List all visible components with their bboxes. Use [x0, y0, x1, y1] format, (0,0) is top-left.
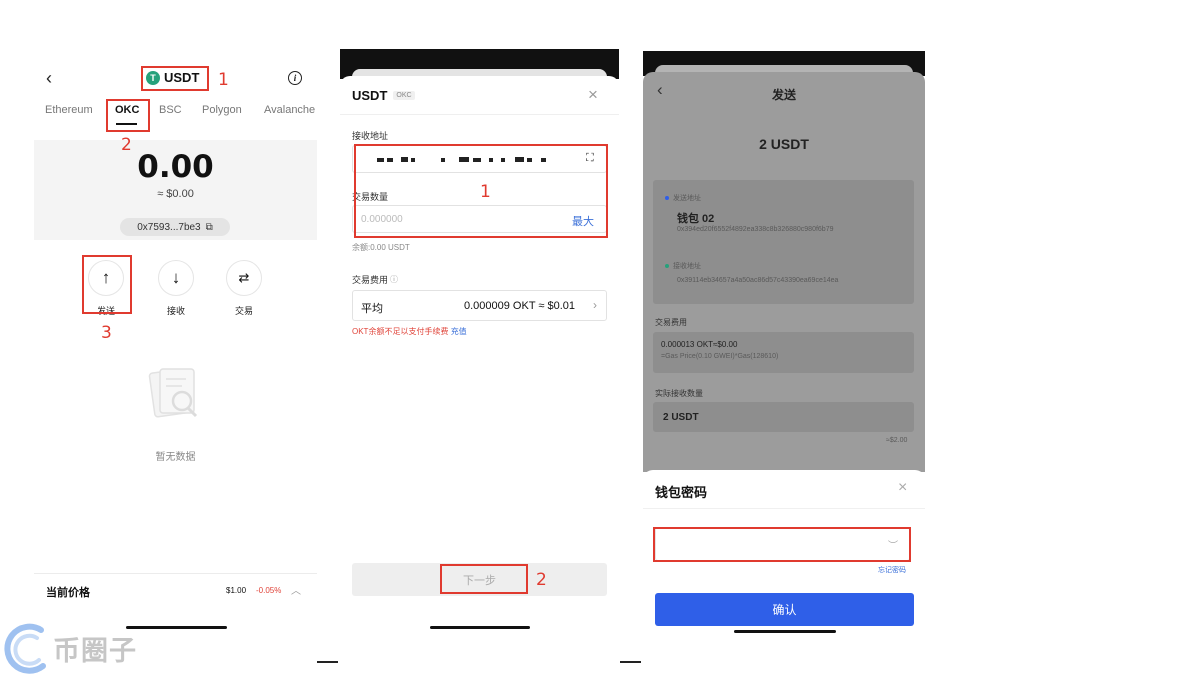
tab-avalanche[interactable]: Avalanche: [264, 104, 315, 116]
home-indicator: [430, 626, 530, 629]
address-card: 发送地址 钱包 02 0x394ed20f6552f4892ea338c8b32…: [653, 180, 914, 304]
separator-mark: [620, 661, 641, 663]
info-icon[interactable]: i: [288, 71, 302, 85]
copy-icon[interactable]: ⧉: [206, 222, 213, 233]
recipient-label: 接收地址: [352, 131, 389, 141]
home-indicator: [126, 626, 227, 629]
confirm-title: 发送: [771, 88, 796, 102]
divider: [643, 508, 925, 509]
annotation-number-2: 2: [536, 570, 547, 590]
from-dot-icon: [665, 196, 669, 200]
annotation-box-password: [653, 527, 911, 562]
address-pill[interactable]: 0x7593...7be3 ⧉: [120, 218, 230, 236]
chevron-right-icon: ›: [593, 298, 597, 312]
price-change: -0.05%: [256, 586, 282, 595]
swap-button[interactable]: ⇄ 交易: [224, 260, 264, 317]
divider: [340, 114, 619, 115]
wallet-address: 0x7593...7be3: [137, 221, 201, 233]
watermark-logo-icon: [4, 623, 46, 674]
close-icon[interactable]: ×: [588, 85, 598, 105]
tab-bsc[interactable]: BSC: [159, 104, 182, 116]
annotation-box-send: [82, 255, 132, 314]
empty-document-icon: [148, 368, 198, 418]
receive-button[interactable]: ↓ 接收: [156, 260, 196, 317]
tab-ethereum[interactable]: Ethereum: [45, 104, 93, 116]
sheet-header: USDT OKC: [352, 88, 415, 103]
from-wallet-name: 钱包 02: [677, 213, 715, 225]
swap-icon: ⇄: [238, 270, 250, 285]
balance-amount: 0.00: [137, 149, 214, 185]
annotation-number-2: 2: [121, 135, 132, 155]
fee-label-row: 交易费用 ⓘ: [352, 273, 398, 286]
receive-label: 实际接收数量: [655, 389, 703, 398]
fee-speed: 平均: [361, 303, 383, 315]
to-dot-icon: [665, 264, 669, 268]
password-title: 钱包密码: [655, 485, 708, 500]
fee-card: 0.000013 OKT≈$0.00 =Gas Price(0.10 GWEI)…: [653, 332, 914, 373]
balance-usd: ≈ $0.00: [157, 188, 194, 200]
forgot-password-link[interactable]: 忘记密码: [878, 565, 906, 575]
annotation-box-token: [141, 66, 209, 91]
fee-value: 0.000013 OKT≈$0.00: [661, 340, 738, 349]
annotation-number-1: 1: [480, 182, 491, 202]
price-value: $1.00: [226, 586, 247, 595]
home-indicator: [734, 630, 836, 633]
from-label: 发送地址: [673, 195, 701, 202]
annotation-box-okc-tab: [106, 99, 150, 132]
confirm-screen-dimmed: ‹ 发送 2 USDT 发送地址 钱包 02 0x394ed20f6552f48…: [643, 72, 925, 472]
to-label-row: 接收地址: [665, 261, 701, 271]
receive-value: 2 USDT: [663, 412, 699, 423]
confirm-button[interactable]: 确认: [655, 593, 914, 626]
arrow-down-icon: ↓: [171, 268, 181, 287]
fee-label: 交易费用: [655, 318, 687, 327]
send-amount: 2 USDT: [759, 136, 809, 152]
warning-text: OKT余额不足以支付手续费: [352, 327, 449, 336]
tab-polygon[interactable]: Polygon: [202, 104, 242, 116]
to-label: 接收地址: [673, 263, 701, 270]
receive-label: 接收: [166, 306, 185, 316]
divider: [34, 573, 317, 574]
token-detail-screen: ‹ T USDT i Ethereum OKC BSC Polygon Aval…: [34, 60, 317, 635]
recharge-link[interactable]: 充值: [451, 327, 467, 336]
sheet-title: USDT: [352, 88, 388, 103]
chevron-up-icon[interactable]: ︿: [291, 582, 301, 597]
separator-mark: [317, 661, 338, 663]
annotation-number-1: 1: [218, 70, 229, 90]
fee-detail: =Gas Price(0.10 GWEI)*Gas(128610): [661, 353, 779, 360]
annotation-number-3: 3: [101, 323, 112, 343]
annotation-box-next: [440, 564, 528, 594]
back-icon[interactable]: ‹: [46, 68, 52, 89]
watermark: 币圈子: [1, 620, 137, 676]
confirm-button-label: 确认: [772, 603, 797, 617]
watermark-text: 币圈子: [53, 635, 137, 667]
balance-text: 余额:0.00 USDT: [352, 243, 410, 252]
close-icon[interactable]: ×: [898, 479, 907, 497]
fee-warning: OKT余额不足以支付手续费 充值: [352, 326, 467, 337]
empty-state-text: 暂无数据: [155, 452, 196, 463]
price-label: 当前价格: [46, 587, 90, 599]
swap-label: 交易: [234, 306, 253, 316]
fee-selector[interactable]: 平均 0.000009 OKT ≈ $0.01 ›: [352, 290, 607, 321]
receive-card: 2 USDT: [653, 402, 914, 432]
chain-badge: OKC: [393, 91, 415, 100]
info-icon[interactable]: ⓘ: [390, 274, 398, 285]
fee-label: 交易费用: [352, 275, 389, 285]
from-address: 0x394ed20f6552f4892ea338c8b326880c980f6b…: [677, 226, 834, 233]
fee-value: 0.000009 OKT ≈ $0.01: [464, 300, 576, 312]
to-address: 0x39114eb34657a4a50ac86d57c43390ea69ce14…: [677, 277, 839, 284]
receive-usd: ≈$2.00: [886, 437, 908, 444]
from-label-row: 发送地址: [665, 193, 701, 203]
